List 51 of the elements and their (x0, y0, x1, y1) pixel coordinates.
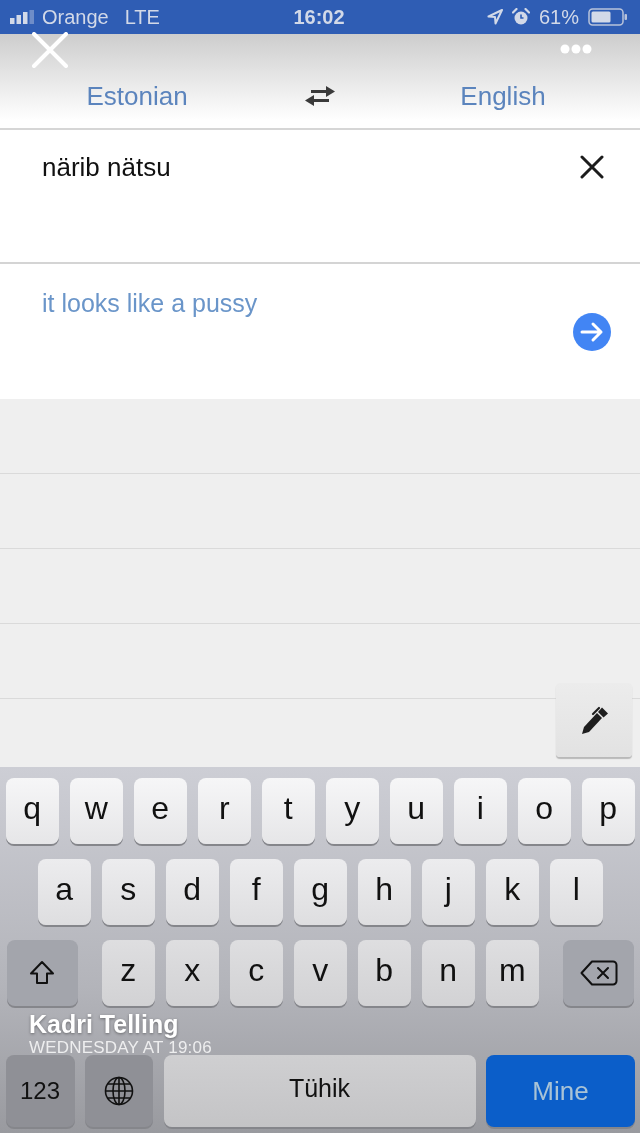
letter-key[interactable]: y (325, 778, 379, 844)
letter-key[interactable]: e (133, 778, 187, 844)
letter-key[interactable]: w (69, 778, 123, 844)
handwriting-button[interactable] (556, 683, 632, 757)
letter-key[interactable]: a (37, 859, 91, 925)
clock-time: 16:02 (293, 5, 345, 29)
letter-key[interactable]: x (165, 940, 219, 1006)
input-field[interactable]: närib nätsu (0, 130, 640, 264)
translation-text: it looks like a pussy (42, 288, 258, 319)
globe-icon (104, 1076, 134, 1106)
carrier-name: Orange (42, 5, 109, 29)
shift-icon (29, 960, 55, 986)
letter-key[interactable]: b (357, 940, 411, 1006)
battery-percent: 61% (538, 5, 579, 29)
letter-key[interactable]: c (229, 940, 283, 1006)
battery-icon (588, 8, 628, 26)
letter-key[interactable]: k (485, 859, 539, 925)
alarm-clock-icon (511, 8, 530, 26)
letter-key[interactable]: l (549, 859, 603, 925)
letter-key[interactable]: o (517, 778, 571, 844)
letter-key[interactable]: g (293, 859, 347, 925)
letter-key[interactable]: f (229, 859, 283, 925)
letter-key[interactable]: d (165, 859, 219, 925)
letter-key[interactable]: h (357, 859, 411, 925)
pen-icon (579, 704, 609, 736)
location-arrow-icon (486, 9, 503, 25)
close-icon[interactable] (32, 32, 68, 68)
numbers-key[interactable]: 123 (5, 1055, 75, 1127)
letter-key[interactable]: j (421, 859, 475, 925)
posted-time: WEDNESDAY AT 19:06 (29, 1038, 212, 1057)
letter-key[interactable]: t (261, 778, 315, 844)
letter-key[interactable]: n (421, 940, 475, 1006)
letter-key[interactable]: q (5, 778, 59, 844)
network-type: LTE (124, 5, 160, 29)
letter-key[interactable]: z (101, 940, 155, 1006)
space-key[interactable]: Tühik (163, 1055, 476, 1127)
swap-icon[interactable] (304, 85, 336, 107)
shift-key[interactable] (6, 940, 78, 1006)
letter-key[interactable]: p (581, 778, 635, 844)
letter-key[interactable]: r (197, 778, 251, 844)
letter-key[interactable]: m (485, 940, 539, 1006)
letter-key[interactable]: u (389, 778, 443, 844)
signal-icon (10, 10, 36, 24)
letter-key[interactable]: v (293, 940, 347, 1006)
letter-key[interactable]: s (101, 859, 155, 925)
letter-key[interactable]: i (453, 778, 507, 844)
backspace-key[interactable] (563, 940, 634, 1006)
backspace-icon (579, 960, 618, 986)
author-name: Kadri Telling (29, 1010, 179, 1038)
clear-icon[interactable] (580, 155, 604, 179)
globe-key[interactable] (85, 1055, 153, 1127)
